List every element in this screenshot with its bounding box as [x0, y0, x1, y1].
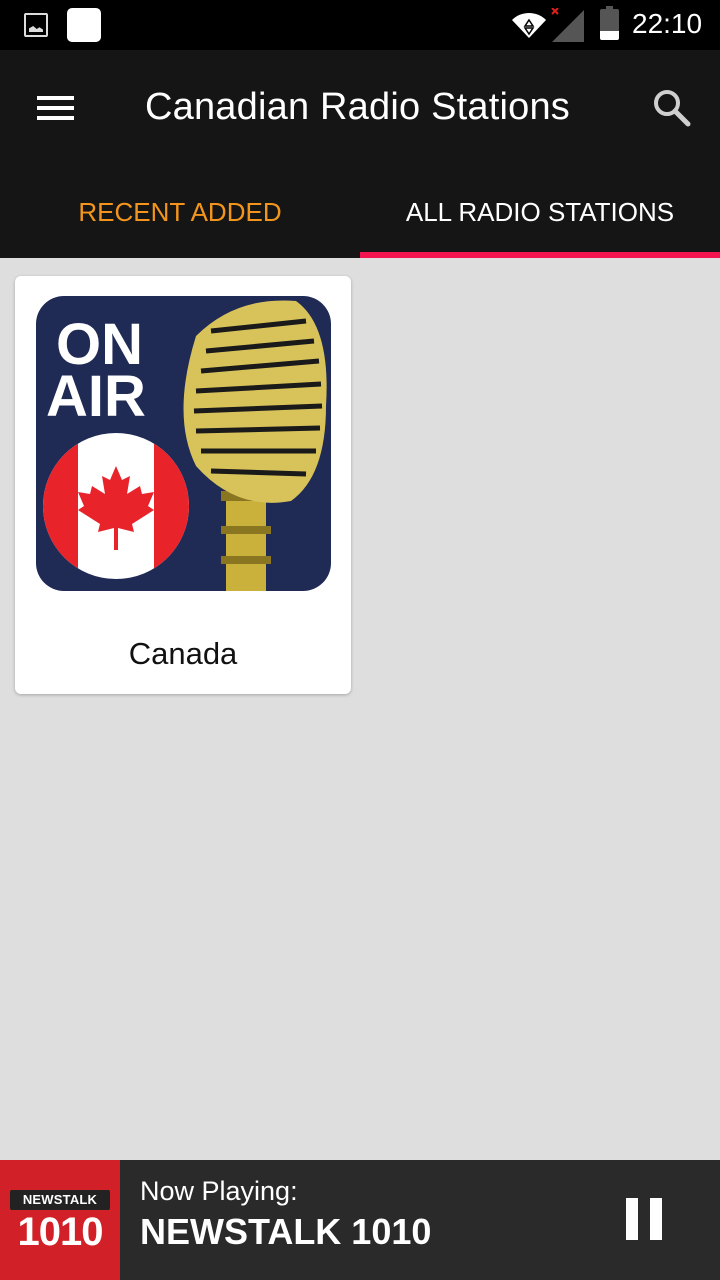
tab-all-radio-stations[interactable]: ALL RADIO STATIONS — [360, 180, 720, 258]
now-playing-bar[interactable]: NEWSTALK 1010 Now Playing: NEWSTALK 1010 — [0, 1160, 720, 1280]
station-card-canada[interactable]: ON AIR Canada — [15, 276, 351, 694]
signal-icon — [551, 8, 584, 42]
on-air-canada-image: ON AIR — [36, 296, 331, 591]
wifi-icon — [512, 12, 546, 38]
clock: 22:10 — [632, 8, 703, 39]
now-playing-label: Now Playing: — [140, 1176, 298, 1206]
now-playing-station: NEWSTALK 1010 — [140, 1211, 432, 1252]
app-bar: Canadian Radio Stations RECENT ADDED ALL… — [0, 50, 720, 258]
search-icon[interactable] — [646, 82, 698, 134]
on-air-text-air: AIR — [46, 364, 146, 429]
page-title: Canadian Radio Stations — [145, 86, 570, 128]
tab-recent-added[interactable]: RECENT ADDED — [0, 180, 360, 258]
station-logo: NEWSTALK 1010 — [0, 1160, 120, 1280]
station-logo-number: 1010 — [17, 1210, 104, 1254]
hamburger-menu-icon[interactable] — [30, 88, 80, 126]
status-bar: 22:10 — [0, 0, 720, 50]
station-grid: ON AIR Canada — [0, 258, 720, 1160]
app-notification-icon — [67, 8, 101, 42]
tab-bar: RECENT ADDED ALL RADIO STATIONS — [0, 180, 720, 258]
station-card-label: Canada — [128, 636, 238, 671]
pause-icon[interactable] — [610, 1190, 678, 1250]
battery-icon — [600, 6, 619, 40]
image-notification-icon — [24, 13, 48, 37]
station-logo-top: NEWSTALK — [10, 1190, 110, 1210]
